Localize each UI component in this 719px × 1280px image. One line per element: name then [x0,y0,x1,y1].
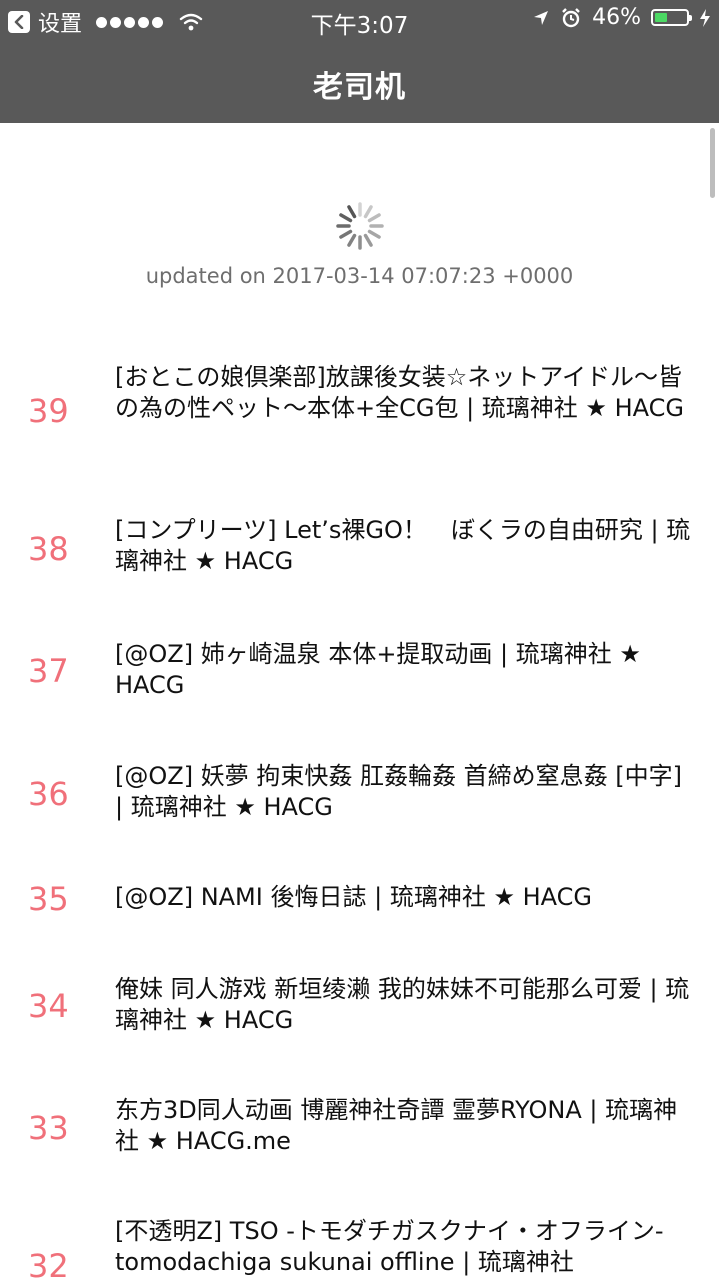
item-title[interactable]: [おとこの娘倶楽部]放課後女装☆ネットアイドル～皆の為の性ペット～本体+全CG包… [115,362,695,424]
spinner-spoke [367,213,381,223]
updated-timestamp: updated on 2017-03-14 07:07:23 +0000 [145,264,574,288]
item-rank: 39 [28,392,69,430]
page-title: 老司机 [313,70,406,105]
item-title[interactable]: [@OZ] 姉ヶ崎温泉 本体+提取动画 | 琉璃神社 ★ HACG [115,639,695,701]
item-title[interactable]: [コンプリーツ] Let’s裸GO！ ぼくラの自由研究 | 琉璃神社 ★ HAC… [115,515,695,577]
status-bar: 设置 下午3:07 46% [0,0,719,40]
spinner-spoke [347,233,357,247]
scroll-indicator[interactable] [710,128,715,198]
battery-percent: 46% [592,5,641,30]
location-arrow-icon [534,10,549,25]
battery-level-fill [655,13,667,22]
battery-icon [651,9,692,26]
status-right: 46% [532,5,711,30]
item-title[interactable]: [@OZ] NAMI 後悔日誌 | 琉璃神社 ★ HACG [115,882,695,913]
top-bar: 设置 下午3:07 46% 老司机 [0,0,719,123]
spinner-spoke [347,205,357,219]
spinner-spoke [339,213,353,223]
item-rank: 33 [28,1109,69,1147]
loading-spinner-icon [336,202,384,250]
spinner-spoke [367,229,381,239]
item-title[interactable]: 俺妹 同人游戏 新垣绫濑 我的妹妹不可能那么可爱 | 琉璃神社 ★ HACG [115,974,695,1036]
item-rank: 36 [28,775,69,813]
item-rank: 38 [28,530,69,568]
item-title[interactable]: [@OZ] 妖夢 拘束快姦 肛姦輪姦 首締め窒息姦 [中字] | 琉璃神社 ★ … [115,761,695,823]
spinner-spoke [363,205,373,219]
item-title[interactable]: [不透明Z] TSO -トモダチガスクナイ・オフライン- tomodachiga… [115,1216,695,1278]
item-rank: 32 [28,1247,69,1280]
alarm-clock-icon [562,7,580,27]
app-screen: 设置 下午3:07 46% 老司机 updated on 2017-03-14 … [0,0,719,1280]
spinner-spoke [339,229,353,239]
item-rank: 35 [28,880,69,918]
item-rank: 34 [28,987,69,1025]
item-rank: 37 [28,652,69,690]
spinner-spoke [363,233,373,247]
item-title[interactable]: 东方3D同人动画 博麗神社奇譚 霊夢RYONA | 琉璃神社 ★ HACG.me [115,1095,695,1157]
charging-bolt-icon [700,8,710,27]
